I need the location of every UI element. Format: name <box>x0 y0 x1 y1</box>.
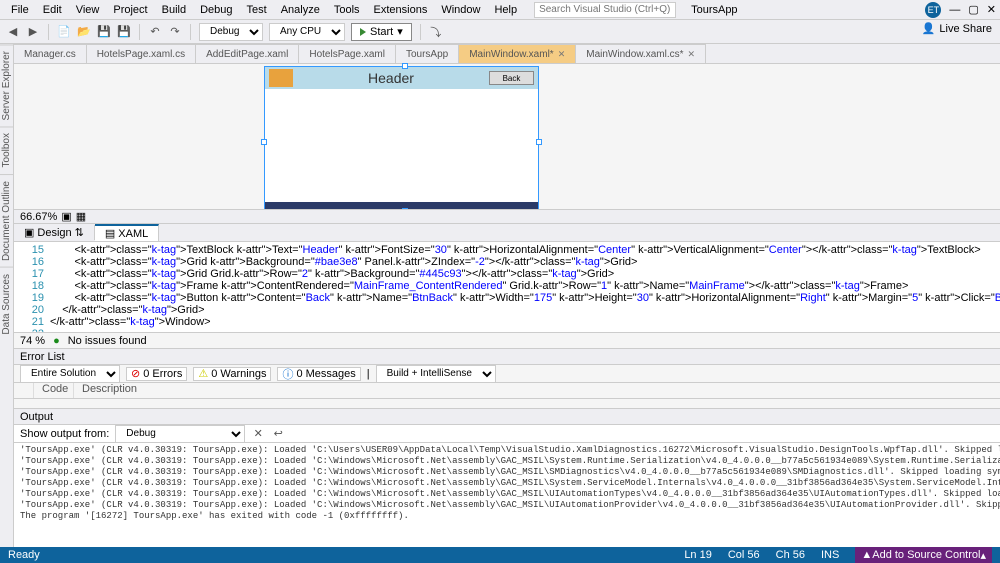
open-icon[interactable]: 📂 <box>77 25 91 39</box>
build-intellisense-select[interactable]: Build + IntelliSense <box>376 365 496 383</box>
warnings-filter[interactable]: ⚠0 Warnings <box>193 367 271 381</box>
menu-view[interactable]: View <box>69 2 107 18</box>
menu-bar: File Edit View Project Build Debug Test … <box>0 0 1000 20</box>
split-tabs: ▣ Design ⇅ ▤ XAML ⚡ ContentRendered <box>14 224 1000 242</box>
document-tabs: Manager.csHotelsPage.xaml.csAddEditPage.… <box>14 44 1000 64</box>
play-icon <box>360 28 366 36</box>
doc-tab-6[interactable]: MainWindow.xaml.cs*✕ <box>576 44 706 63</box>
zoom-level[interactable]: 66.67% <box>20 211 57 223</box>
error-list-panel: Error List Entire Solution ⊘0 Errors ⚠0 … <box>14 348 1000 408</box>
doc-tab-1[interactable]: HotelsPage.xaml.cs <box>87 44 196 63</box>
xaml-editor[interactable]: 151617181920212223 <k-attr">class="k-tag… <box>14 242 1000 332</box>
menu-help[interactable]: Help <box>487 2 524 18</box>
grid-toggle-icon[interactable]: ▦ <box>76 210 86 223</box>
left-sidebar: Server Explorer Toolbox Document Outline… <box>0 44 14 547</box>
start-debug-button[interactable]: Start▾ <box>351 23 412 41</box>
user-avatar[interactable]: ET <box>925 2 941 18</box>
menu-tools[interactable]: Tools <box>327 2 367 18</box>
output-text[interactable]: 'ToursApp.exe' (CLR v4.0.30319: ToursApp… <box>14 443 1000 547</box>
new-project-icon[interactable]: 📄 <box>57 25 71 39</box>
liveshare-icon: 👤 <box>922 22 936 35</box>
tab-close-icon[interactable]: ✕ <box>688 49 696 60</box>
menu-window[interactable]: Window <box>434 2 487 18</box>
tab-xaml[interactable]: ▤ XAML <box>95 224 159 241</box>
save-all-icon[interactable]: 💾 <box>117 25 131 39</box>
tab-server-explorer[interactable]: Server Explorer <box>0 44 13 126</box>
output-source-select[interactable]: Debug <box>115 425 245 443</box>
menu-analyze[interactable]: Analyze <box>274 2 327 18</box>
app-title: ToursApp <box>684 2 744 18</box>
status-col: Col 56 <box>728 549 760 561</box>
add-source-control-button[interactable]: ▲ Add to Source Control ▴ <box>855 547 992 563</box>
menu-project[interactable]: Project <box>106 2 154 18</box>
maximize-icon[interactable]: ▢ <box>968 3 978 16</box>
save-icon[interactable]: 💾 <box>97 25 111 39</box>
menu-file[interactable]: File <box>4 2 36 18</box>
errors-filter[interactable]: ⊘0 Errors <box>126 367 187 381</box>
nav-back-icon[interactable]: ◀ <box>6 25 20 39</box>
live-share-button[interactable]: 👤Live Share <box>922 22 992 35</box>
doc-tab-2[interactable]: AddEditPage.xaml <box>196 44 299 63</box>
output-wrap-icon[interactable]: ↩ <box>271 427 285 441</box>
issues-pct: 74 % <box>20 335 45 347</box>
output-panel: Output Show output from: Debug ✕ ↩ 'Tour… <box>14 408 1000 547</box>
menu-build[interactable]: Build <box>155 2 193 18</box>
status-ch: Ch 56 <box>776 549 805 561</box>
doc-tab-0[interactable]: Manager.cs <box>14 44 87 63</box>
canvas-back-button[interactable]: Back <box>489 71 534 85</box>
error-scope-select[interactable]: Entire Solution <box>20 365 120 383</box>
output-from-label: Show output from: <box>20 428 109 440</box>
issues-text: No issues found <box>68 335 147 347</box>
menu-debug[interactable]: Debug <box>193 2 239 18</box>
zoom-fit-icon[interactable]: ▣ <box>61 210 71 223</box>
doc-tab-4[interactable]: ToursApp <box>396 44 459 63</box>
minimize-icon[interactable]: — <box>949 4 960 16</box>
doc-tab-3[interactable]: HotelsPage.xaml <box>299 44 396 63</box>
messages-filter[interactable]: ⓘ0 Messages <box>277 367 360 381</box>
close-icon[interactable]: ✕ <box>987 3 996 16</box>
canvas-header-text: Header <box>293 70 489 86</box>
design-canvas[interactable]: Header Back <box>264 66 539 211</box>
menu-test[interactable]: Test <box>240 2 274 18</box>
doc-tab-5[interactable]: MainWindow.xaml*✕ <box>459 44 576 63</box>
status-bar: Ready Ln 19 Col 56 Ch 56 INS ▲ Add to So… <box>0 547 1000 563</box>
error-list-title: Error List <box>20 351 65 363</box>
output-title: Output <box>20 411 53 423</box>
step-icon[interactable]: ⤵ <box>429 25 443 39</box>
undo-icon[interactable]: ↶ <box>148 25 162 39</box>
tab-data-sources[interactable]: Data Sources <box>0 267 13 341</box>
menu-extensions[interactable]: Extensions <box>367 2 435 18</box>
tab-toolbox[interactable]: Toolbox <box>0 126 13 173</box>
tab-design[interactable]: ▣ Design ⇅ <box>14 225 95 240</box>
main-toolbar: ◀ ▶ 📄 📂 💾 💾 ↶ ↷ Debug Any CPU Start▾ ⤵ <box>0 20 1000 44</box>
menu-edit[interactable]: Edit <box>36 2 69 18</box>
window-icon <box>269 69 293 87</box>
error-columns: Code Description Project File Line Suppr… <box>14 383 1000 399</box>
check-icon: ● <box>53 335 60 347</box>
output-clear-icon[interactable]: ✕ <box>251 427 265 441</box>
tab-close-icon[interactable]: ✕ <box>558 49 566 60</box>
config-select[interactable]: Debug <box>199 23 263 41</box>
tab-document-outline[interactable]: Document Outline <box>0 174 13 267</box>
quick-launch-input[interactable] <box>534 2 676 18</box>
redo-icon[interactable]: ↷ <box>168 25 182 39</box>
status-ready: Ready <box>8 549 40 561</box>
xaml-designer[interactable]: Header Back 66.67% ▣ ▦ <box>14 64 1000 224</box>
platform-select[interactable]: Any CPU <box>269 23 345 41</box>
nav-fwd-icon[interactable]: ▶ <box>26 25 40 39</box>
status-line: Ln 19 <box>684 549 712 561</box>
status-ins: INS <box>821 549 839 561</box>
